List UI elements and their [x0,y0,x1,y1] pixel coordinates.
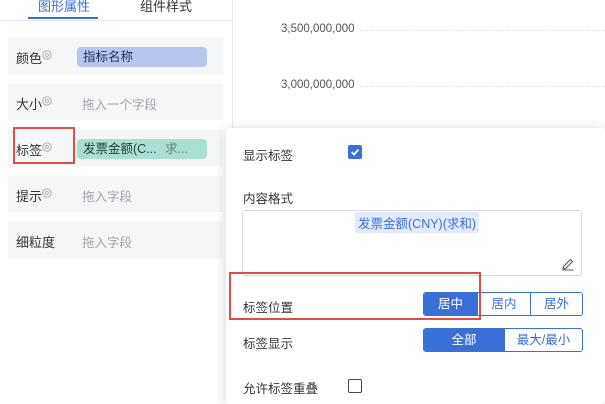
property-row-tooltip: 提示 拖入字段 [8,176,223,212]
drop-zone-size[interactable]: 拖入一个字段 [82,94,157,113]
display-option-all[interactable]: 全部 [424,329,504,351]
tab-graphic-properties[interactable]: 图形属性 [38,0,90,15]
field-chip-invoice-amount[interactable]: 发票金额(C... 求... [77,139,207,159]
content-format-label: 内容格式 [243,192,294,206]
property-label-granularity: 细粒度 [16,235,56,250]
property-row-granularity: 细粒度 拖入字段 [8,222,223,258]
allow-overlap-checkbox[interactable] [348,379,362,393]
property-row-color: 颜色 指标名称 [8,38,223,74]
gridline [360,86,605,87]
position-option-outside[interactable]: 居外 [530,293,582,315]
gear-icon[interactable] [41,95,53,107]
property-row-size: 大小 拖入一个字段 [8,84,223,120]
label-display-label: 标签显示 [243,337,294,351]
show-label-text: 显示标签 [243,149,294,163]
show-label-checkbox[interactable] [348,145,362,159]
active-tab-indicator [28,17,98,19]
allow-overlap-label: 允许标签重叠 [243,382,319,396]
display-option-max-min[interactable]: 最大/最小 [504,329,582,351]
panel-tabs: 图形属性 组件样式 [0,0,232,21]
property-label-size: 大小 [16,97,43,112]
field-chip-label: 发票金额(C... [83,142,157,156]
field-chip-indicator-name[interactable]: 指标名称 [77,47,207,67]
content-format-field-tag[interactable]: 发票金额(CNY)(求和) [355,212,480,233]
edit-icon[interactable] [561,257,575,271]
gear-icon[interactable] [41,187,53,199]
y-tick-label: 3,000,000,000 [281,79,355,91]
highlight-box-label-property [13,127,75,164]
label-display-segmented: 全部 最大/最小 [423,328,583,352]
drop-zone-granularity[interactable]: 拖入字段 [82,232,132,251]
gridline [360,30,605,31]
check-icon [350,148,360,156]
drop-zone-tooltip[interactable]: 拖入字段 [82,186,132,205]
tab-component-style[interactable]: 组件样式 [140,0,192,15]
highlight-box-label-position [229,272,481,320]
field-chip-label: 指标名称 [83,50,134,64]
gear-icon[interactable] [41,49,53,61]
y-tick-label: 3,500,000,000 [281,23,355,35]
aggregation-label: 求... [165,142,188,156]
properties-panel: 图形属性 组件样式 颜色 指标名称 大小 拖入一个字段 标签 发票金额(C... [0,0,233,404]
property-label-tooltip: 提示 [16,189,43,204]
property-label-color: 颜色 [16,51,43,66]
content-format-editor[interactable]: 发票金额(CNY)(求和) [242,210,582,276]
position-option-inside[interactable]: 居内 [477,293,530,315]
label-settings-popover: 显示标签 内容格式 发票金额(CNY)(求和) 标签位置 居中 居内 居外 标签… [226,128,605,404]
